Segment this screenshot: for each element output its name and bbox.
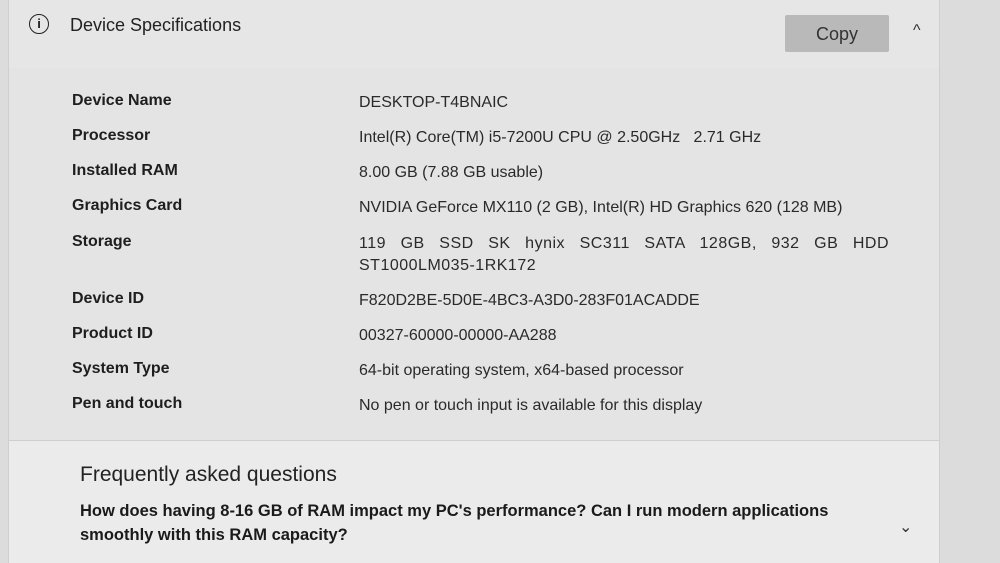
- spec-label: System Type: [72, 360, 170, 377]
- faq-question-item[interactable]: How does having 8-16 GB of RAM impact my…: [80, 499, 890, 547]
- spec-value: NVIDIA GeForce MX110 (2 GB), Intel(R) HD…: [359, 199, 843, 216]
- spec-value: 00327-60000-00000-AA288: [359, 327, 557, 344]
- spec-value: No pen or touch input is available for t…: [359, 397, 703, 414]
- spec-value: 119 GB SSD SK hynix SC311 SATA 128GB, 93…: [359, 235, 889, 274]
- spec-value: 8.00 GB (7.88 GB usable): [359, 164, 544, 181]
- device-specifications-header[interactable]: i Device Specifications Copy ^: [9, 0, 939, 69]
- faq-section: Frequently asked questions How does havi…: [9, 441, 939, 563]
- section-title: Device Specifications: [70, 15, 242, 35]
- chevron-up-icon[interactable]: ^: [913, 22, 921, 40]
- spec-label: Graphics Card: [72, 197, 183, 214]
- spec-label: Storage: [72, 233, 132, 250]
- info-icon: i: [29, 14, 49, 34]
- spec-label: Device ID: [72, 290, 145, 307]
- faq-title: Frequently asked questions: [80, 463, 337, 486]
- spec-value: 64-bit operating system, x64-based proce…: [359, 362, 684, 379]
- spec-value: Intel(R) Core(TM) i5-7200U CPU @ 2.50GHz…: [359, 129, 762, 146]
- copy-button[interactable]: Copy: [785, 15, 889, 52]
- chevron-down-icon[interactable]: ⌄: [899, 517, 912, 537]
- spec-label: Device Name: [72, 92, 172, 109]
- spec-value: F820D2BE-5D0E-4BC3-A3D0-283F01ACADDE: [359, 292, 700, 309]
- spec-label: Pen and touch: [72, 395, 183, 412]
- spec-value: DESKTOP-T4BNAIC: [359, 94, 509, 111]
- spec-label: Product ID: [72, 325, 153, 342]
- specs-list: Device Name DESKTOP-T4BNAIC Processor In…: [9, 68, 939, 440]
- spec-label: Processor: [72, 127, 151, 144]
- spec-label: Installed RAM: [72, 162, 178, 179]
- device-specifications-panel: i Device Specifications Copy ^ Device Na…: [8, 0, 940, 563]
